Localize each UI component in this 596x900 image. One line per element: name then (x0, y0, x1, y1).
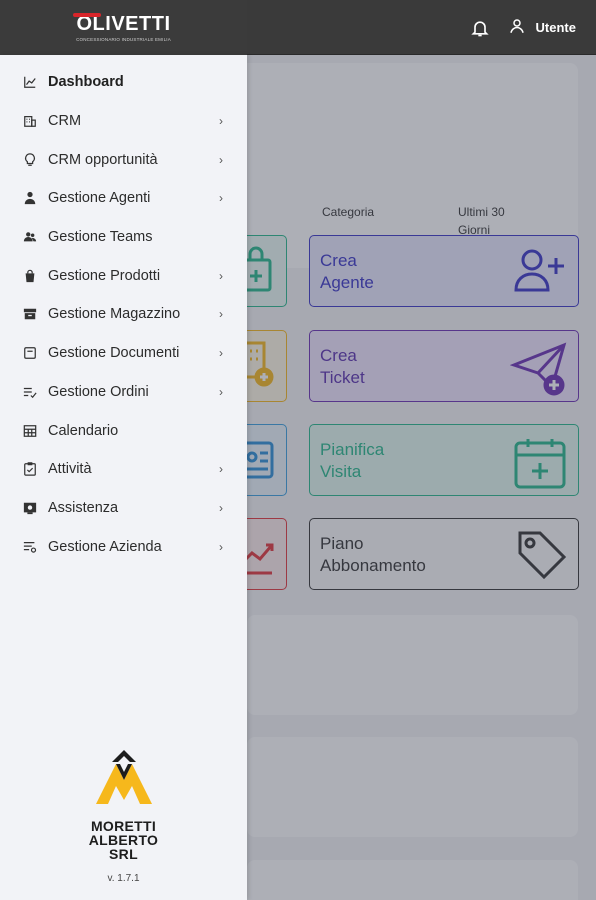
sidebar-item-label: Assistenza (48, 499, 119, 516)
sidebar-item-attivit[interactable]: Attività › (0, 450, 247, 489)
shopping-bag-icon (22, 268, 38, 284)
order-list-icon (22, 384, 38, 400)
create-agent-line2: Agente (320, 273, 374, 292)
chevron-right-icon[interactable]: › (219, 307, 223, 321)
sidebar-item-label: CRM opportunità (48, 151, 158, 168)
sidebar-item-label: Gestione Prodotti (48, 267, 161, 284)
company-line3: SRL (109, 846, 138, 862)
sidebar-item-dashboard[interactable]: Dashboard (0, 63, 247, 102)
brand-name: OLIVETTI (72, 13, 171, 35)
sidebar-item-gestione-teams[interactable]: Gestione Teams (0, 218, 247, 257)
chevron-right-icon[interactable]: › (219, 114, 223, 128)
sidebar-item-gestione-ordini[interactable]: Gestione Ordini › (0, 373, 247, 412)
top-bar: OLIVETTI CONCESSIONARIO INDUSTRIALE EMIL… (0, 0, 596, 55)
sidebar-item-label: Gestione Documenti (48, 345, 180, 362)
filter-days-line1: Ultimi 30 (458, 205, 505, 219)
checklist-icon (22, 461, 38, 477)
bell-icon[interactable] (470, 18, 490, 38)
sidebar-item-calendario[interactable]: Calendario (0, 411, 247, 450)
warehouse-icon (22, 306, 38, 322)
calendar-grid-icon (22, 423, 38, 439)
content-panel-2 (247, 737, 578, 837)
chevron-right-icon[interactable]: › (219, 191, 223, 205)
filter-category[interactable]: Categoria (322, 193, 374, 221)
sidebar-item-label: Attività (48, 461, 92, 478)
team-icon (22, 229, 38, 245)
create-agent-tile[interactable]: Crea Agente (309, 235, 579, 307)
create-ticket-tile[interactable]: Crea Ticket (309, 330, 579, 402)
sidebar-item-gestione-agenti[interactable]: Gestione Agenti › (0, 179, 247, 218)
sidebar-item-gestione-prodotti[interactable]: Gestione Prodotti › (0, 256, 247, 295)
subscription-plan-tile[interactable]: Piano Abbonamento (309, 518, 579, 590)
support-icon (22, 500, 38, 516)
sidebar-item-label: Gestione Teams (48, 229, 153, 246)
create-ticket-line2: Ticket (320, 368, 365, 387)
chevron-right-icon[interactable]: › (219, 501, 223, 515)
company-line2: ALBERTO (88, 832, 159, 848)
sidebar-item-crm[interactable]: CRM › (0, 102, 247, 141)
content-panel-3 (247, 860, 578, 900)
user-label: Utente (535, 20, 576, 35)
chevron-right-icon[interactable]: › (219, 269, 223, 283)
lightbulb-icon (22, 152, 38, 168)
agents-icon (22, 190, 38, 206)
company-name: MORETTI ALBERTO SRL (0, 819, 247, 861)
brand-logo[interactable]: OLIVETTI CONCESSIONARIO INDUSTRIALE EMIL… (0, 0, 247, 55)
sidebar-item-label: Gestione Magazzino (48, 306, 181, 323)
sidebar-item-assistenza[interactable]: Assistenza › (0, 489, 247, 528)
sidebar-item-label: Gestione Ordini (48, 383, 149, 400)
dashboard-content: Categoria Ultimi 30 Giorni Crea Agente C… (237, 55, 596, 900)
filter-last-30-days[interactable]: Ultimi 30 Giorni (458, 193, 528, 239)
chevron-right-icon[interactable]: › (219, 153, 223, 167)
sidebar-item-gestione-documenti[interactable]: Gestione Documenti › (0, 334, 247, 373)
sidebar-item-gestione-magazzino[interactable]: Gestione Magazzino › (0, 295, 247, 334)
sidebar-item-label: Dashboard (48, 74, 124, 91)
chevron-right-icon[interactable]: › (219, 385, 223, 399)
subscription-line1: Piano (320, 534, 364, 553)
create-agent-line1: Crea (320, 251, 357, 270)
sidebar-item-label: CRM (48, 113, 82, 130)
app-version: v. 1.7.1 (107, 873, 140, 884)
plan-visit-line1: Pianifica (320, 440, 385, 459)
plan-visit-line2: Visita (320, 462, 362, 481)
settings-list-icon (22, 539, 38, 555)
brand-tagline: CONCESSIONARIO INDUSTRIALE EMILIA (76, 37, 171, 42)
company-logo (92, 750, 156, 812)
user-icon (508, 17, 526, 38)
document-icon (22, 345, 38, 361)
sidebar-item-label: Gestione Agenti (48, 190, 151, 207)
sidebar-item-label: Calendario (48, 422, 119, 439)
sidebar: Dashboard CRM › CRM opportunità › Gestione Ag… (0, 55, 247, 900)
plan-visit-tile[interactable]: Pianifica Visita (309, 424, 579, 496)
sidebar-item-crm-opportunit[interactable]: CRM opportunità › (0, 140, 247, 179)
calendar-add-icon (512, 435, 568, 496)
user-add-icon (512, 246, 568, 301)
chart-line-icon (22, 74, 38, 90)
content-panel-1 (247, 615, 578, 715)
chevron-right-icon[interactable]: › (219, 462, 223, 476)
building-icon (22, 113, 38, 129)
paper-plane-add-icon (509, 341, 568, 402)
sidebar-item-gestione-azienda[interactable]: Gestione Azienda › (0, 527, 247, 566)
company-block: MORETTI ALBERTO SRL v. 1.7.1 (0, 750, 247, 884)
chevron-right-icon[interactable]: › (219, 540, 223, 554)
tag-icon (516, 529, 568, 584)
topbar-actions: Utente (470, 0, 576, 55)
subscription-line2: Abbonamento (320, 556, 426, 575)
user-menu[interactable]: Utente (508, 17, 576, 38)
create-ticket-line1: Crea (320, 346, 357, 365)
sidebar-menu: Dashboard CRM › CRM opportunità › Gestione Ag… (0, 55, 247, 566)
chevron-right-icon[interactable]: › (219, 346, 223, 360)
company-line1: MORETTI (90, 818, 157, 834)
sidebar-item-label: Gestione Azienda (48, 538, 162, 555)
